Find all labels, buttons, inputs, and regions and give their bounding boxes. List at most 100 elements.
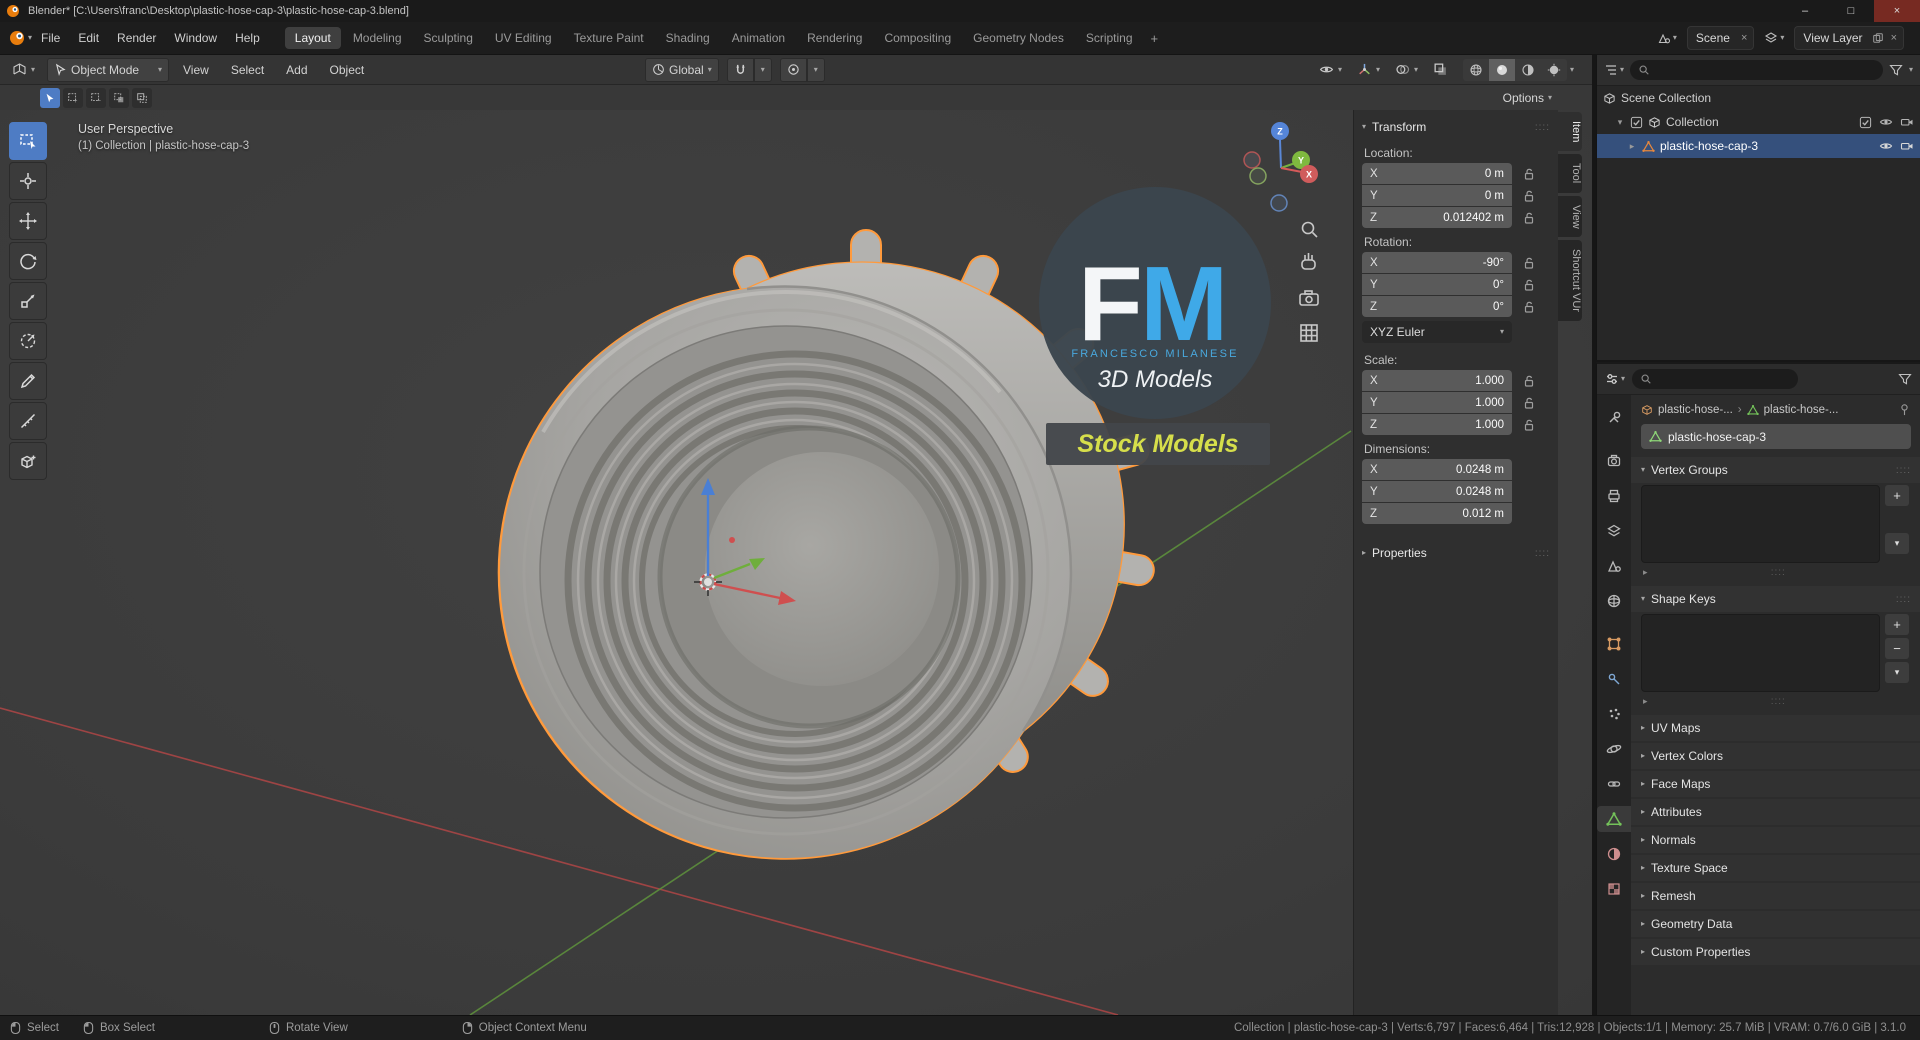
maximize-button[interactable]: □	[1828, 0, 1874, 22]
hide-eye-icon[interactable]	[1879, 139, 1893, 153]
select-mode-extend-button[interactable]: +	[63, 87, 83, 108]
workspace-tab-rendering[interactable]: Rendering	[797, 27, 872, 49]
lock-icon[interactable]	[1522, 418, 1536, 432]
lock-icon[interactable]	[1522, 211, 1536, 225]
tool-annotate[interactable]	[9, 362, 47, 400]
select-mode-subtract-button[interactable]: −	[86, 87, 106, 108]
xray-toggle-button[interactable]	[1427, 59, 1454, 81]
gizmos-dropdown[interactable]: ▾	[1351, 59, 1386, 81]
tool-add-cube[interactable]	[9, 442, 47, 480]
camera-view-icon[interactable]	[1299, 290, 1319, 306]
tool-measure[interactable]	[9, 402, 47, 440]
vertex-groups-list[interactable]	[1641, 485, 1880, 563]
properties-panel-header[interactable]: ▸ Properties ::::	[1354, 540, 1558, 566]
tab-world[interactable]	[1597, 588, 1631, 614]
workspace-tab-compositing[interactable]: Compositing	[874, 27, 961, 49]
tab-material[interactable]	[1597, 841, 1631, 867]
panel-header-custom-properties[interactable]: ▸ Custom Properties	[1631, 939, 1920, 965]
tool-rotate[interactable]	[9, 242, 47, 280]
tab-output[interactable]	[1597, 483, 1631, 509]
lock-icon[interactable]	[1522, 189, 1536, 203]
expander-icon[interactable]: ▾	[1615, 117, 1625, 128]
scene-browse-button[interactable]: ▾	[1657, 31, 1677, 45]
location-x-field[interactable]: X0 m	[1362, 163, 1512, 184]
render-camera-icon[interactable]	[1900, 139, 1914, 153]
select-mode-intersect-button[interactable]	[132, 87, 152, 108]
panel-header-shape-keys[interactable]: ▾ Shape Keys ::::	[1631, 586, 1920, 612]
tool-move[interactable]	[9, 202, 47, 240]
outliner-editor-type-button[interactable]: ▾	[1604, 63, 1624, 77]
sidebar-tab-tool[interactable]: Tool	[1558, 154, 1582, 193]
filter-icon[interactable]	[1889, 63, 1903, 77]
snap-options-dropdown[interactable]: ▾	[753, 57, 772, 82]
panel-grip[interactable]: ::::	[1535, 122, 1550, 133]
vertex-group-specials-button[interactable]: ▾	[1885, 533, 1909, 554]
axis-ball-y-neg[interactable]	[1249, 167, 1267, 185]
checkbox-icon[interactable]	[1630, 116, 1643, 129]
outliner-search-input[interactable]	[1655, 63, 1875, 77]
lock-icon[interactable]	[1522, 374, 1536, 388]
outliner-row-scene-collection[interactable]: Scene Collection	[1597, 86, 1920, 110]
sidebar-tab-view[interactable]: View	[1558, 195, 1582, 238]
transform-panel-header[interactable]: ▾ Transform ::::	[1354, 114, 1558, 140]
location-z-field[interactable]: Z 0.012402 m	[1362, 207, 1512, 228]
tool-cursor[interactable]	[9, 162, 47, 200]
shape-keys-list[interactable]	[1641, 614, 1880, 692]
navigation-gizmo[interactable]: Z Y X	[1243, 122, 1318, 212]
view-layer-selector[interactable]: View Layer ×	[1794, 26, 1904, 50]
dimensions-y-field[interactable]: Y 0.0248 m	[1362, 481, 1512, 502]
panel-header-remesh[interactable]: ▸ Remesh	[1631, 883, 1920, 909]
menu-window[interactable]: Window	[165, 27, 226, 49]
axis-ball-x-neg[interactable]	[1243, 151, 1261, 169]
rotation-x-field[interactable]: X -90°	[1362, 252, 1512, 273]
menu-view[interactable]: View	[175, 63, 217, 77]
blender-menu-button[interactable]: ▾	[8, 29, 32, 47]
tool-scale[interactable]	[9, 282, 47, 320]
panel-header-normals[interactable]: ▸ Normals	[1631, 827, 1920, 853]
panel-grip[interactable]: ::::	[1535, 548, 1550, 559]
panel-header-texture-space[interactable]: ▸ Texture Space	[1631, 855, 1920, 881]
scale-y-field[interactable]: Y 1.000	[1362, 392, 1512, 413]
tool-select-box[interactable]	[9, 122, 47, 160]
transform-orientation-dropdown[interactable]: Global ▾	[645, 57, 719, 82]
outliner-row-collection[interactable]: ▾ Collection	[1597, 110, 1920, 134]
shape-key-specials-button[interactable]: ▾	[1885, 662, 1909, 683]
unlink-scene-icon[interactable]: ×	[1739, 32, 1749, 44]
select-mode-new-button[interactable]	[40, 87, 60, 108]
tool-transform[interactable]	[9, 322, 47, 360]
properties-search-input[interactable]	[1657, 372, 1791, 386]
copy-icon[interactable]	[1872, 32, 1884, 44]
shading-wireframe-button[interactable]	[1462, 58, 1489, 81]
overlays-dropdown[interactable]: ▾	[1389, 59, 1424, 81]
sidebar-tab-shortcut-vur[interactable]: Shortcut VUr	[1558, 240, 1582, 322]
render-camera-icon[interactable]	[1900, 115, 1914, 129]
view-layer-browse-button[interactable]: ▾	[1764, 31, 1784, 45]
shading-material-button[interactable]	[1514, 58, 1541, 81]
breadcrumb-object[interactable]: plastic-hose-...	[1658, 404, 1733, 416]
pin-icon[interactable]	[1898, 403, 1911, 416]
outliner-search[interactable]	[1630, 60, 1883, 80]
datablock-name-field[interactable]: plastic-hose-cap-3	[1641, 424, 1911, 449]
axis-ball-z-neg[interactable]	[1270, 194, 1288, 212]
tab-constraints[interactable]	[1597, 771, 1631, 797]
workspace-tab-geometry-nodes[interactable]: Geometry Nodes	[963, 27, 1074, 49]
panel-header-geometry-data[interactable]: ▸ Geometry Data	[1631, 911, 1920, 937]
workspace-tab-uv-editing[interactable]: UV Editing	[485, 27, 562, 49]
snap-toggle-button[interactable]	[726, 57, 754, 82]
expander-icon[interactable]: ▸	[1627, 141, 1637, 152]
workspace-tab-modeling[interactable]: Modeling	[343, 27, 412, 49]
tab-particles[interactable]	[1597, 701, 1631, 727]
scale-z-field[interactable]: Z 1.000	[1362, 414, 1512, 435]
panel-header-face-maps[interactable]: ▸ Face Maps	[1631, 771, 1920, 797]
tab-physics[interactable]	[1597, 736, 1631, 762]
breadcrumb-data[interactable]: plastic-hose-...	[1764, 404, 1839, 416]
workspace-tab-shading[interactable]: Shading	[656, 27, 720, 49]
workspace-tab-sculpting[interactable]: Sculpting	[414, 27, 483, 49]
add-workspace-button[interactable]: +	[1145, 31, 1165, 46]
hide-eye-icon[interactable]	[1879, 115, 1893, 129]
location-y-field[interactable]: Y0 m	[1362, 185, 1512, 206]
workspace-tab-scripting[interactable]: Scripting	[1076, 27, 1143, 49]
tab-modifiers[interactable]	[1597, 666, 1631, 692]
scale-x-field[interactable]: X 1.000	[1362, 370, 1512, 391]
mode-dropdown[interactable]: Object Mode ▾	[47, 57, 170, 82]
